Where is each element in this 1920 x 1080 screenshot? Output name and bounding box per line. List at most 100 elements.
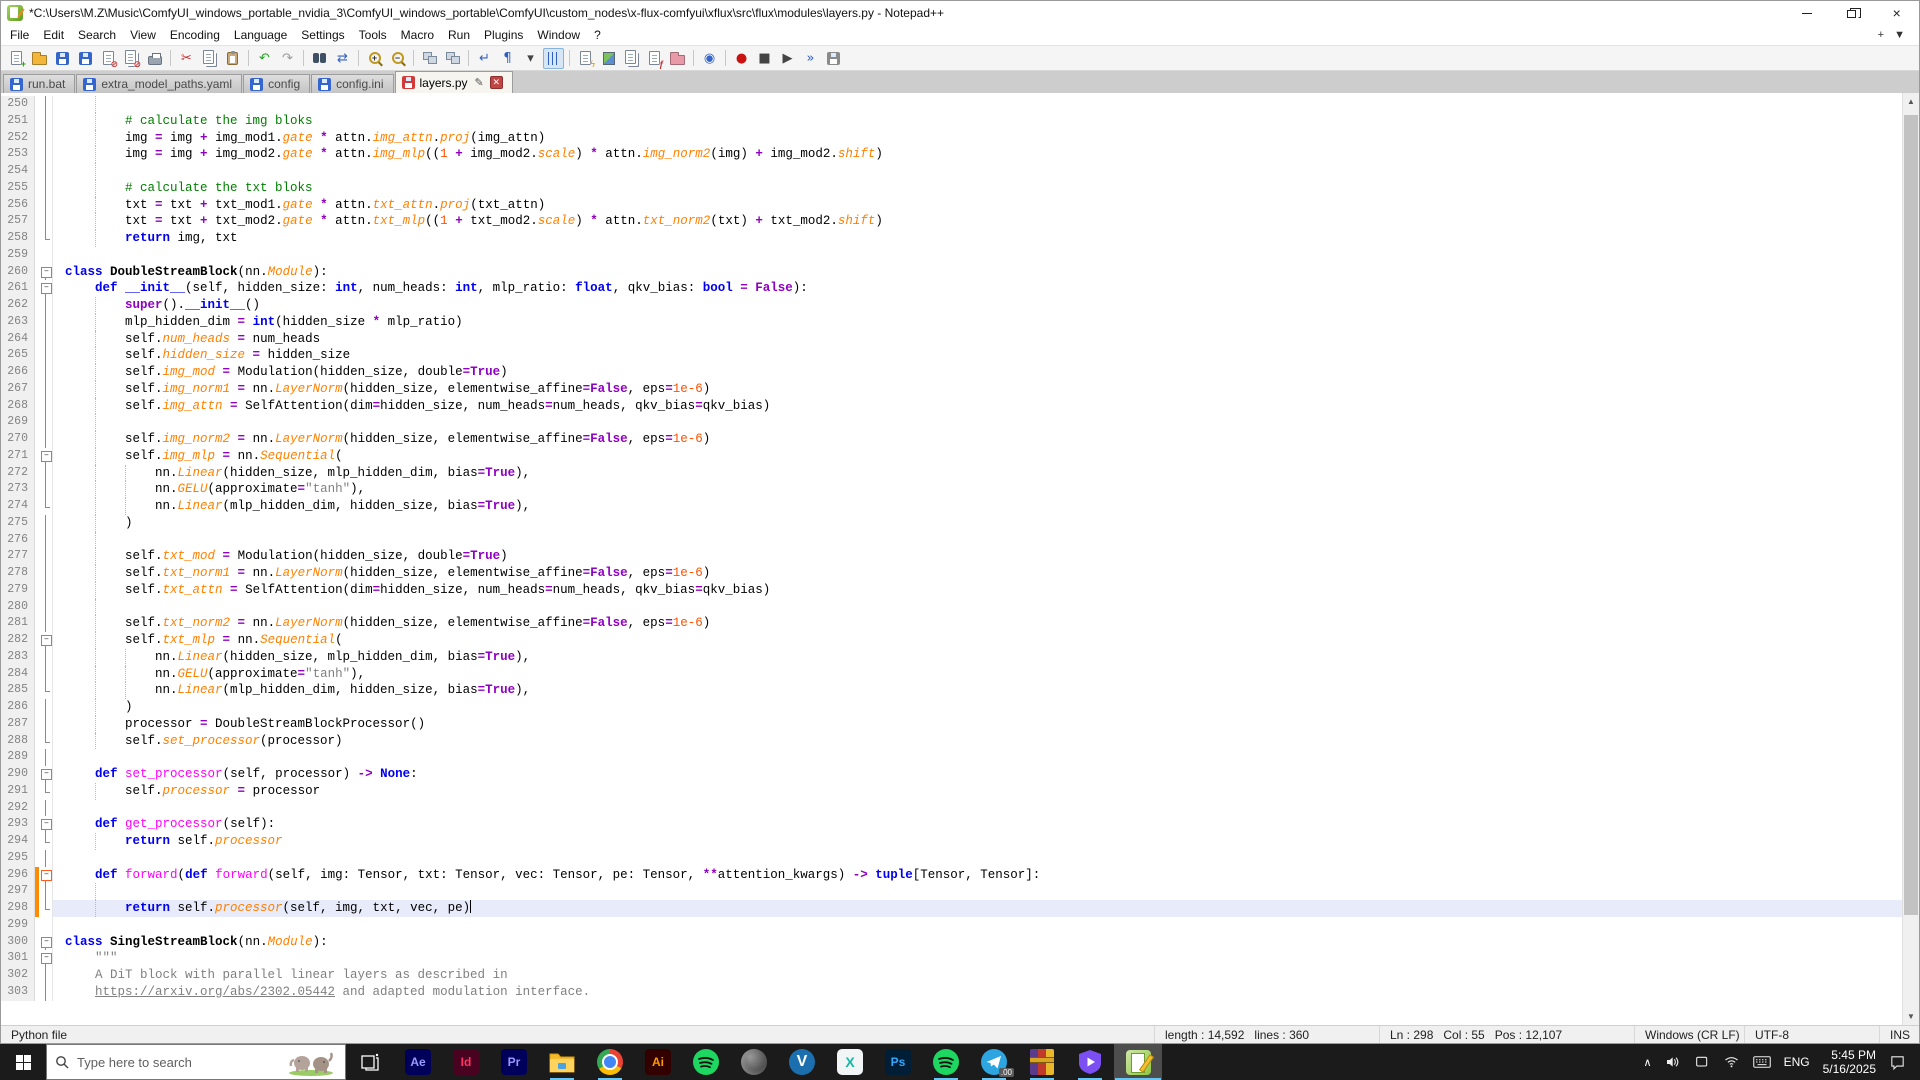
code-line-261[interactable]: 261 def __init__(self, hidden_size: int, … xyxy=(1,280,1902,297)
copy-button[interactable] xyxy=(199,48,220,69)
code-line-294[interactable]: 294 return self.processor xyxy=(1,833,1902,850)
code-line-272[interactable]: 272 nn.Linear(hidden_size, mlp_hidden_dim… xyxy=(1,464,1902,482)
code-line-263[interactable]: 263 mlp_hidden_dim = int(hidden_size * ml… xyxy=(1,313,1902,331)
code-line-270[interactable]: 270 self.img_norm2 = nn.LayerNorm(hidden_… xyxy=(1,431,1902,448)
taskbar-search-input[interactable]: Type here to search xyxy=(46,1044,346,1080)
touch-keyboard-icon[interactable] xyxy=(1752,1055,1771,1069)
fold-collapse-button[interactable] xyxy=(39,280,53,297)
code-line-254[interactable]: 254 xyxy=(1,163,1902,180)
taskbar-app-x-app[interactable]: X xyxy=(826,1044,874,1080)
search-highlight-image[interactable] xyxy=(285,1048,337,1076)
minimize-button[interactable] xyxy=(1784,1,1829,25)
code-line-276[interactable]: 276 xyxy=(1,531,1902,549)
close-file-button[interactable]: ⊘ xyxy=(98,48,119,69)
tablet-mode-icon[interactable] xyxy=(1694,1054,1710,1070)
code-line-298[interactable]: 298 return self.processor(self, img, txt,… xyxy=(1,900,1902,917)
fold-collapse-button[interactable] xyxy=(39,816,53,833)
menu-item-[interactable]: ? xyxy=(587,26,608,44)
tab-extra-model-paths-yaml[interactable]: extra_model_paths.yaml xyxy=(76,74,243,93)
code-line-297[interactable]: 297 xyxy=(1,883,1902,900)
menu-item-language[interactable]: Language xyxy=(227,26,294,44)
code-line-273[interactable]: 273 nn.GELU(approximate="tanh"), xyxy=(1,481,1902,498)
scroll-up-arrow[interactable]: ▲ xyxy=(1903,93,1919,110)
macro-run-multiple-button[interactable]: » xyxy=(800,48,821,69)
status-insert-mode[interactable]: INS xyxy=(1879,1026,1919,1043)
zoom-in-button[interactable]: + xyxy=(364,48,385,69)
undo-button[interactable]: ↶ xyxy=(254,48,275,69)
code-line-267[interactable]: 267 self.img_norm1 = nn.LayerNorm(hidden_… xyxy=(1,380,1902,398)
menu-item-tools[interactable]: Tools xyxy=(352,26,394,44)
code-line-252[interactable]: 252 img = img + img_mod1.gate * attn.img_… xyxy=(1,129,1902,147)
menu-item-plugins[interactable]: Plugins xyxy=(477,26,530,44)
code-line-302[interactable]: 302 A DiT block with parallel linear laye… xyxy=(1,967,1902,984)
tab-close-button[interactable]: ✕ xyxy=(489,76,503,89)
taskbar-app-v-app[interactable]: V xyxy=(778,1044,826,1080)
code-line-301[interactable]: 301 """ xyxy=(1,950,1902,967)
word-wrap-button[interactable]: ↵ xyxy=(474,48,495,69)
macro-record-button[interactable]: ● xyxy=(731,48,752,69)
close-all-button[interactable]: ⊘ xyxy=(121,48,142,69)
tab-run-bat[interactable]: run.bat xyxy=(3,74,76,93)
document-map-button[interactable] xyxy=(598,48,619,69)
function-list-button[interactable]: ƒ xyxy=(644,48,665,69)
tab-list-button[interactable]: ▼ xyxy=(1894,29,1905,41)
code-line-292[interactable]: 292 xyxy=(1,799,1902,817)
code-line-255[interactable]: 255 # calculate the txt bloks xyxy=(1,179,1902,197)
taskbar-app-winrar[interactable] xyxy=(1018,1044,1066,1080)
code-line-287[interactable]: 287 processor = DoubleStreamBlockProcesso… xyxy=(1,715,1902,733)
menu-item-settings[interactable]: Settings xyxy=(294,26,351,44)
indent-guide-button[interactable] xyxy=(543,47,564,69)
code-line-266[interactable]: 266 self.img_mod = Modulation(hidden_size… xyxy=(1,364,1902,381)
code-line-290[interactable]: 290 def set_processor(self, processor) ->… xyxy=(1,766,1902,783)
code-line-251[interactable]: 251 # calculate the img bloks xyxy=(1,112,1902,130)
code-line-268[interactable]: 268 self.img_attn = SelfAttention(dim=hid… xyxy=(1,397,1902,415)
code-line-285[interactable]: 285 nn.Linear(mlp_hidden_dim, hidden_size… xyxy=(1,682,1902,699)
new-tab-button[interactable]: + xyxy=(1878,29,1884,41)
taskbar-app-spotify[interactable] xyxy=(682,1044,730,1080)
wifi-icon[interactable] xyxy=(1723,1054,1740,1070)
taskbar-app-illustrator[interactable]: Ai xyxy=(634,1044,682,1080)
zoom-out-button[interactable]: − xyxy=(387,48,408,69)
menu-item-search[interactable]: Search xyxy=(71,26,123,44)
code-line-258[interactable]: 258 return img, txt xyxy=(1,230,1902,247)
language-indicator[interactable]: ENG xyxy=(1784,1055,1810,1069)
code-line-282[interactable]: 282 self.txt_mlp = nn.Sequential( xyxy=(1,632,1902,649)
paste-button[interactable] xyxy=(222,48,243,69)
close-button[interactable]: × xyxy=(1874,1,1919,25)
replace-button[interactable]: ⇄ xyxy=(332,48,353,69)
code-line-280[interactable]: 280 xyxy=(1,598,1902,616)
save-file-button[interactable] xyxy=(52,48,73,69)
code-line-289[interactable]: 289 xyxy=(1,749,1902,766)
taskbar-app-photoshop[interactable]: Ps xyxy=(874,1044,922,1080)
vertical-scrollbar[interactable]: ▲ ▼ xyxy=(1902,93,1919,1025)
code-line-300[interactable]: 300 class SingleStreamBlock(nn.Module): xyxy=(1,933,1902,951)
menu-item-window[interactable]: Window xyxy=(530,26,587,44)
menu-item-view[interactable]: View xyxy=(123,26,163,44)
task-view-button[interactable] xyxy=(346,1044,394,1080)
fold-collapse-button[interactable] xyxy=(39,950,53,967)
code-line-303[interactable]: 303 https://arxiv.org/abs/2302.05442 and … xyxy=(1,983,1902,1001)
macro-play-button[interactable]: ▶ xyxy=(777,48,798,69)
code-line-253[interactable]: 253 img = img + img_mod2.gate * attn.img_… xyxy=(1,146,1902,163)
code-line-279[interactable]: 279 self.txt_attn = SelfAttention(dim=hid… xyxy=(1,581,1902,599)
code-line-277[interactable]: 277 self.txt_mod = Modulation(hidden_size… xyxy=(1,548,1902,565)
start-button[interactable] xyxy=(0,1044,46,1080)
code-line-288[interactable]: 288 self.set_processor(processor) xyxy=(1,732,1902,750)
code-line-291[interactable]: 291 self.processor = processor xyxy=(1,782,1902,800)
code-line-262[interactable]: 262 super().__init__() xyxy=(1,297,1902,314)
code-line-295[interactable]: 295 xyxy=(1,849,1902,867)
code-line-275[interactable]: 275) xyxy=(1,514,1902,532)
hidden-icons-chevron[interactable]: ∧ xyxy=(1644,1056,1652,1069)
status-encoding[interactable]: UTF-8 xyxy=(1744,1026,1879,1043)
fold-collapse-button[interactable] xyxy=(39,447,53,465)
print-button[interactable] xyxy=(144,48,165,69)
doc-switcher-button[interactable]: ϟ xyxy=(575,48,596,69)
document-list-button[interactable] xyxy=(621,48,642,69)
fold-collapse-button[interactable] xyxy=(39,866,53,884)
menu-item-encoding[interactable]: Encoding xyxy=(163,26,227,44)
folder-as-workspace-button[interactable] xyxy=(667,48,688,69)
taskbar-app-telegram[interactable]: .00 xyxy=(970,1044,1018,1080)
macro-stop-button[interactable]: ■ xyxy=(754,48,775,69)
code-line-274[interactable]: 274 nn.Linear(mlp_hidden_dim, hidden_size… xyxy=(1,498,1902,515)
scroll-down-arrow[interactable]: ▼ xyxy=(1903,1008,1919,1025)
